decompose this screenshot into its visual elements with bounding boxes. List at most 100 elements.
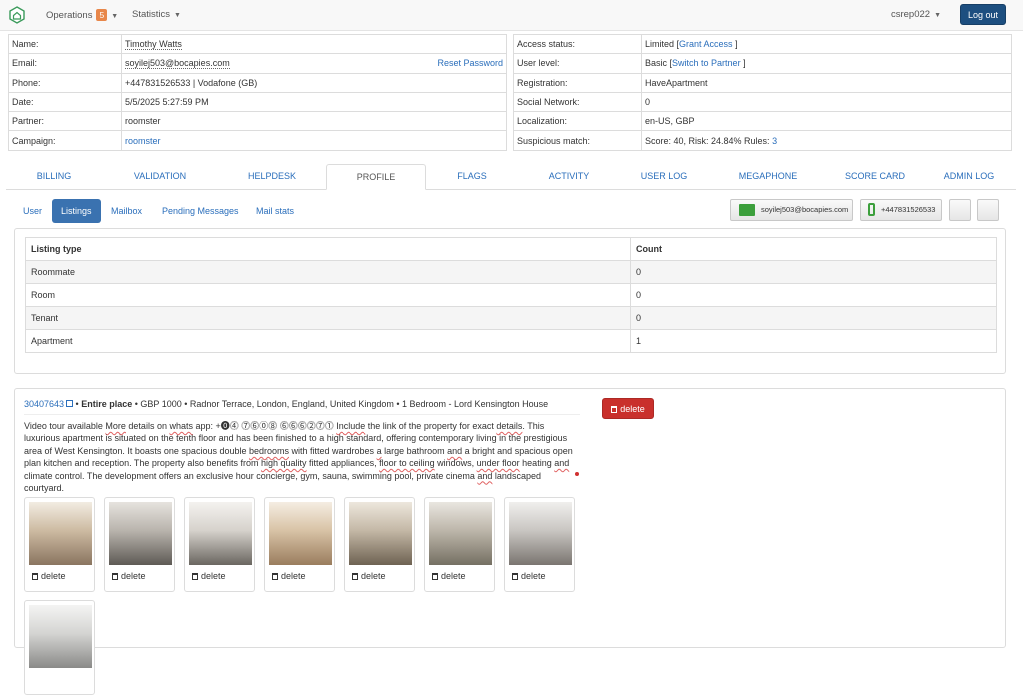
home-logo-icon[interactable] [9, 6, 25, 24]
info-label: Name: [8, 33, 122, 55]
logout-button[interactable]: Log out [960, 4, 1006, 25]
delete-photo-button[interactable]: delete [112, 571, 146, 581]
tab-activity[interactable]: ACTIVITY [518, 164, 620, 190]
photo-card [24, 600, 95, 695]
listing-photo[interactable] [509, 502, 572, 565]
tab-helpdesk[interactable]: HELPDESK [218, 164, 326, 190]
trash-icon [192, 573, 198, 580]
localization-value: en-US, GBP [641, 111, 1012, 132]
switch-to-partner-link[interactable]: Switch to Partner [672, 58, 741, 68]
spellcheck-word: and [447, 445, 463, 456]
listing-photo[interactable] [269, 502, 332, 565]
delete-photo-button[interactable]: delete [272, 571, 306, 581]
tab-megaphone[interactable]: MEGAPHONE [708, 164, 828, 190]
tab-admin-log[interactable]: ADMIN LOG [922, 164, 1016, 190]
statistics-menu[interactable]: Statistics ▼ [132, 9, 181, 20]
statistics-label: Statistics [132, 9, 171, 20]
subtab-pending-messages[interactable]: Pending Messages [153, 199, 248, 223]
delete-photo-label: delete [441, 571, 466, 581]
spellcheck-word: whats [169, 421, 193, 431]
phone-contact-button[interactable]: +447831526533 [860, 199, 942, 221]
description-text: fitted appliances, [306, 458, 380, 469]
tab-flags[interactable]: FLAGS [426, 164, 518, 190]
spellcheck-word: More [105, 421, 126, 431]
campaign-link[interactable]: roomster [125, 136, 161, 146]
envelope-icon [739, 204, 755, 216]
tab-score-card[interactable]: SCORE CARD [828, 164, 922, 190]
operations-menu[interactable]: Operations 5 ▼ [46, 9, 118, 21]
delete-photo-button[interactable]: delete [32, 571, 66, 581]
tab-validation[interactable]: VALIDATION [102, 164, 218, 190]
listing-summary: • GBP 1000 • Radnor Terrace, London, Eng… [132, 399, 549, 409]
listing-header: 30407643 • Entire place • GBP 1000 • Rad… [24, 399, 548, 409]
photo-card: delete [184, 497, 255, 592]
phone-icon [868, 203, 875, 216]
column-header-listing-type: Listing type [25, 237, 631, 261]
count-cell: 1 [630, 329, 997, 353]
listing-kind: Entire place [81, 399, 133, 409]
delete-listing-button[interactable]: delete [602, 398, 654, 419]
listing-photo[interactable] [109, 502, 172, 565]
listing-id-link[interactable]: 30407643 [24, 399, 64, 409]
listing-photo[interactable] [189, 502, 252, 565]
email-editable[interactable]: soyilej503@bocapies.com [125, 58, 230, 70]
info-label: Social Network: [513, 91, 642, 113]
reset-password-link[interactable]: Reset Password [437, 58, 503, 68]
listing-photo[interactable] [29, 502, 92, 565]
name-editable[interactable]: Timothy Watts [125, 39, 182, 51]
delete-photo-button[interactable]: delete [432, 571, 466, 581]
action-button-2[interactable] [977, 199, 999, 221]
delete-photo-button[interactable]: delete [192, 571, 226, 581]
tab-user-log[interactable]: USER LOG [620, 164, 708, 190]
delete-photo-label: delete [361, 571, 386, 581]
info-row-date: Date: 5/5/2025 5:27:59 PM [8, 91, 507, 113]
subtab-mail-stats[interactable]: Mail stats [247, 199, 303, 223]
spellcheck-word: under floor [476, 458, 520, 469]
info-row-access: Access status: Limited [Grant Access ] [513, 33, 1012, 55]
info-label: Suspicious match: [513, 130, 642, 151]
partner-value: roomster [121, 111, 507, 132]
delete-photo-button[interactable]: delete [352, 571, 386, 581]
info-label: Email: [8, 53, 122, 74]
chevron-down-icon: ▼ [111, 13, 119, 20]
subtab-mailbox[interactable]: Mailbox [102, 199, 151, 223]
listing-photo[interactable] [349, 502, 412, 565]
campaign-value: roomster [121, 130, 507, 151]
delete-photo-label: delete [281, 571, 306, 581]
spellcheck-word: bedrooms [248, 445, 290, 456]
subtab-listings[interactable]: Listings [52, 199, 101, 223]
access-status-text: Limited [645, 39, 675, 50]
email-contact-button[interactable]: soyilej503@bocapies.com [730, 199, 853, 221]
operations-label: Operations [46, 10, 93, 21]
spellcheck-word: floor to ceiling [379, 458, 435, 469]
description-text: the link of the property for exact [365, 421, 497, 431]
spellcheck-word: details [496, 421, 523, 431]
action-button-1[interactable] [949, 199, 971, 221]
user-menu[interactable]: csrep022 ▼ [891, 9, 941, 20]
delete-photo-button[interactable]: delete [512, 571, 546, 581]
external-link-icon[interactable] [66, 400, 74, 407]
delete-label: delete [620, 404, 645, 414]
tab-profile[interactable]: PROFILE [326, 164, 426, 190]
user-info-table: Name: Timothy Watts Email: soyilej503@bo… [8, 33, 507, 151]
grant-access-link[interactable]: Grant Access [679, 39, 733, 49]
info-row-suspicious: Suspicious match: Score: 40, Risk: 24.84… [513, 130, 1012, 151]
trash-icon [432, 573, 438, 580]
contact-email-text: soyilej503@bocapies.com [761, 205, 849, 214]
access-value: Limited [Grant Access ] [641, 33, 1012, 55]
spellcheck-word: high quality [260, 458, 307, 469]
operations-count-badge: 5 [96, 9, 108, 21]
listing-photo[interactable] [429, 502, 492, 565]
delete-photo-label: delete [121, 571, 146, 581]
tab-billing[interactable]: BILLING [6, 164, 102, 190]
separator: • [73, 399, 82, 409]
listing-photo[interactable] [29, 605, 92, 668]
description-text: windows, [434, 458, 477, 469]
info-label: Phone: [8, 72, 122, 93]
rules-link[interactable]: 3 [772, 136, 777, 146]
description-text: details on [125, 421, 170, 431]
name-value: Timothy Watts [121, 33, 507, 55]
subtab-user[interactable]: User [14, 199, 51, 223]
info-row-campaign: Campaign: roomster [8, 130, 507, 151]
table-header-row: Listing type Count [25, 237, 997, 261]
